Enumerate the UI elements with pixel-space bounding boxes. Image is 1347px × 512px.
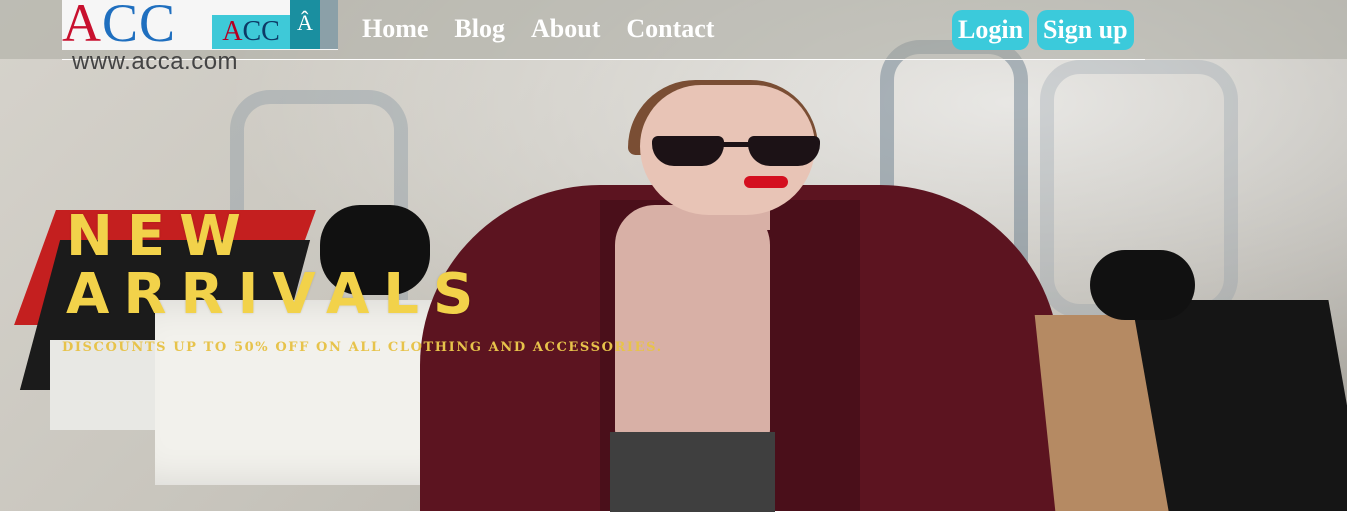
nav-blog[interactable]: Blog <box>454 12 505 46</box>
logo-mark-stripe <box>320 0 338 49</box>
site-logo[interactable]: ACC ACC Â <box>62 0 338 50</box>
logo-mini-badge: ACC <box>212 15 290 49</box>
logo-mark-icon: Â <box>290 0 320 49</box>
hero-title: NEW ARRIVALS <box>66 208 487 324</box>
auth-buttons: Login Sign up <box>952 10 1134 50</box>
main-nav: Home Blog About Contact <box>362 12 714 46</box>
logo-url: www.acca.com <box>72 48 239 75</box>
glove-right <box>1090 250 1195 320</box>
model-sweater <box>615 205 770 440</box>
signup-button[interactable]: Sign up <box>1037 10 1134 50</box>
hero-banner: NEW ARRIVALS DISCOUNTS UP TO 50% OFF ON … <box>0 0 1347 512</box>
shopping-bag-black-right <box>1131 300 1347 511</box>
hero-title-line2: ARRIVALS <box>66 262 488 327</box>
nav-home[interactable]: Home <box>362 12 428 46</box>
sunglasses <box>652 136 824 168</box>
hero-subtitle: DISCOUNTS UP TO 50% OFF ON ALL CLOTHING … <box>62 340 663 355</box>
model-skirt <box>610 432 775 512</box>
model-lips <box>744 176 788 188</box>
logo-text: ACC <box>62 0 177 50</box>
login-button[interactable]: Login <box>952 10 1030 50</box>
nav-about[interactable]: About <box>531 12 600 46</box>
hero-title-line1: NEW <box>66 204 255 269</box>
nav-contact[interactable]: Contact <box>626 12 714 46</box>
